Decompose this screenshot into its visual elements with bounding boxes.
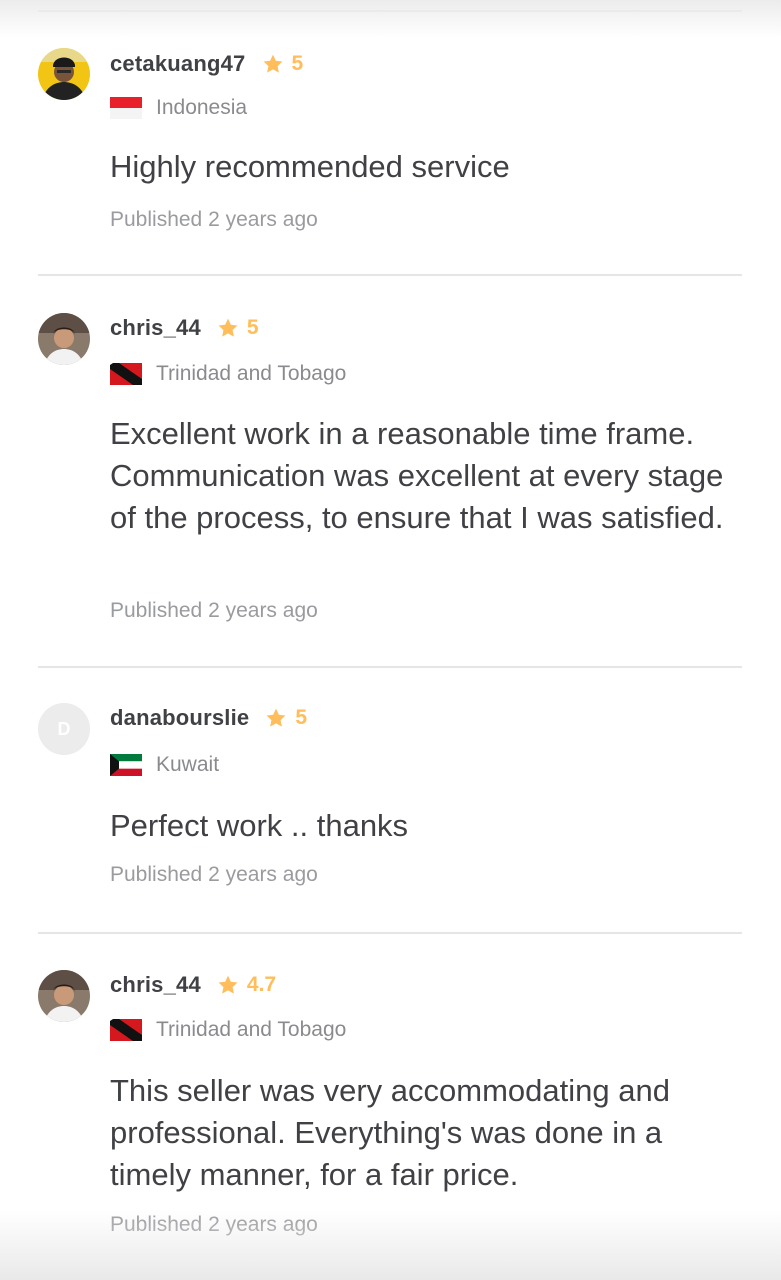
published-date: Published 2 years ago	[110, 599, 318, 622]
reviews-list: cetakuang47 5 Indonesia Highly recommend…	[0, 0, 781, 1280]
reviewer-country: Indonesia	[110, 94, 247, 122]
country-name: Kuwait	[156, 753, 220, 776]
review-divider	[38, 274, 742, 276]
reviewer-username[interactable]: chris_44	[110, 972, 201, 998]
reviewer-avatar[interactable]	[38, 313, 90, 365]
review-divider	[38, 932, 742, 934]
star-icon	[262, 53, 284, 75]
reviewer-country: Kuwait	[110, 751, 219, 779]
review-text: Excellent work in a reasonable time fram…	[110, 416, 724, 535]
reviewer-header: danabourslie 5	[110, 703, 307, 733]
country-name: Trinidad and Tobago	[156, 362, 347, 385]
review-divider	[38, 10, 742, 12]
reviewer-header: chris_44 4.7	[110, 970, 276, 1000]
published-date: Published 2 years ago	[110, 208, 318, 231]
reviewer-country: Trinidad and Tobago	[110, 1016, 346, 1044]
published-date: Published 2 years ago	[110, 1213, 318, 1236]
reviewer-username[interactable]: chris_44	[110, 315, 201, 341]
star-icon	[217, 317, 239, 339]
review-divider	[38, 666, 742, 668]
reviewer-header: chris_44 5	[110, 313, 259, 343]
rating-value: 5	[246, 316, 259, 339]
country-name: Trinidad and Tobago	[156, 1018, 347, 1041]
indonesia-flag-icon	[110, 97, 142, 119]
rating-value: 4.7	[246, 973, 277, 996]
published-date: Published 2 years ago	[110, 863, 318, 886]
rating-value: 5	[295, 706, 308, 729]
star-icon	[265, 707, 287, 729]
reviewer-header: cetakuang47 5	[110, 49, 303, 79]
review-text: This seller was very accommodating and p…	[110, 1073, 670, 1192]
rating-value: 5	[291, 52, 304, 75]
review-text: Highly recommended service	[110, 149, 510, 184]
review-text: Perfect work .. thanks	[110, 808, 409, 843]
avatar-initial: D	[57, 718, 71, 739]
reviewer-avatar[interactable]: D	[38, 703, 90, 755]
reviewer-username[interactable]: cetakuang47	[110, 51, 246, 77]
top-scroll-fade	[0, 0, 781, 38]
trinidad-and-tobago-flag-icon	[110, 363, 142, 385]
country-name: Indonesia	[156, 96, 248, 119]
reviewer-username[interactable]: danabourslie	[110, 705, 249, 731]
reviewer-avatar[interactable]	[38, 970, 90, 1022]
trinidad-and-tobago-flag-icon	[110, 1019, 142, 1041]
kuwait-flag-icon	[110, 754, 142, 776]
reviewer-country: Trinidad and Tobago	[110, 360, 346, 388]
star-icon	[217, 974, 239, 996]
reviewer-avatar[interactable]	[38, 48, 90, 100]
